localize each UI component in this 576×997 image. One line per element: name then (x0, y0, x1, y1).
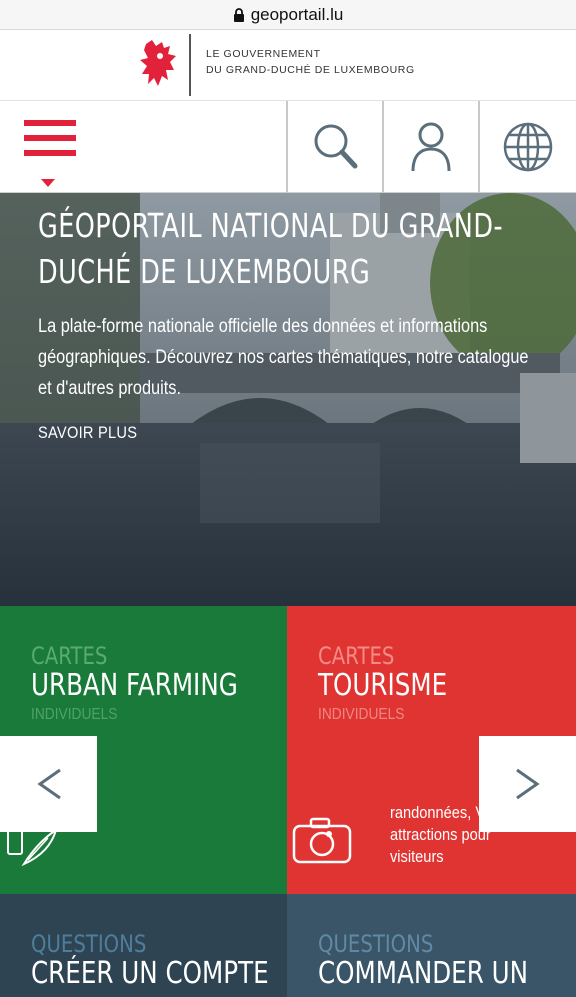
logo-divider (189, 34, 191, 96)
hero-banner: GÉOPORTAIL NATIONAL DU GRAND-DUCHÉ DE LU… (0, 193, 576, 606)
globe-icon (503, 122, 553, 172)
government-name: LE GOUVERNEMENT DU GRAND-DUCHÉ DE LUXEMB… (206, 46, 415, 78)
chevron-left-icon (36, 768, 61, 800)
card-kicker: CARTES (318, 642, 395, 670)
search-button[interactable] (286, 101, 382, 193)
camera-icon (292, 817, 352, 864)
card-title: COMMANDER UN (318, 956, 529, 991)
luxembourg-lion-logo-icon[interactable] (138, 38, 180, 90)
lock-icon (233, 7, 244, 22)
main-navigation (0, 101, 576, 193)
card-subtitle: INDIVIDUELS (31, 706, 118, 723)
hero-description: La plate-forme nationale officielle des … (38, 316, 529, 399)
government-line-1: LE GOUVERNEMENT (206, 48, 321, 60)
language-button[interactable] (478, 101, 576, 193)
chevron-right-icon (515, 768, 540, 800)
menu-button[interactable] (24, 120, 76, 187)
card-title: CRÉER UN COMPTE (31, 956, 269, 991)
read-more-link[interactable]: SAVOIR PLUS (38, 423, 137, 443)
government-line-2: DU GRAND-DUCHÉ DE LUXEMBOURG (206, 64, 415, 76)
card-title: URBAN FARMING (31, 668, 238, 703)
user-icon (411, 122, 451, 172)
government-header: LE GOUVERNEMENT DU GRAND-DUCHÉ DE LUXEMB… (0, 30, 576, 101)
account-button[interactable] (382, 101, 478, 193)
card-order[interactable]: QUESTIONS COMMANDER UN (287, 894, 576, 997)
menu-caret-icon (41, 179, 55, 187)
carousel-next-button[interactable] (479, 736, 576, 832)
search-icon (314, 124, 358, 169)
card-kicker: CARTES (31, 642, 108, 670)
address-bar[interactable]: geoportail.lu (0, 0, 576, 30)
card-title: TOURISME (318, 668, 448, 703)
url-text: geoportail.lu (250, 4, 344, 24)
card-subtitle: INDIVIDUELS (318, 706, 405, 723)
card-kicker: QUESTIONS (318, 930, 434, 958)
hero-title: GÉOPORTAIL NATIONAL DU GRAND-DUCHÉ DE LU… (38, 206, 504, 291)
card-create-account[interactable]: QUESTIONS CRÉER UN COMPTE (0, 894, 287, 997)
card-kicker: QUESTIONS (31, 930, 147, 958)
carousel-prev-button[interactable] (0, 736, 97, 832)
